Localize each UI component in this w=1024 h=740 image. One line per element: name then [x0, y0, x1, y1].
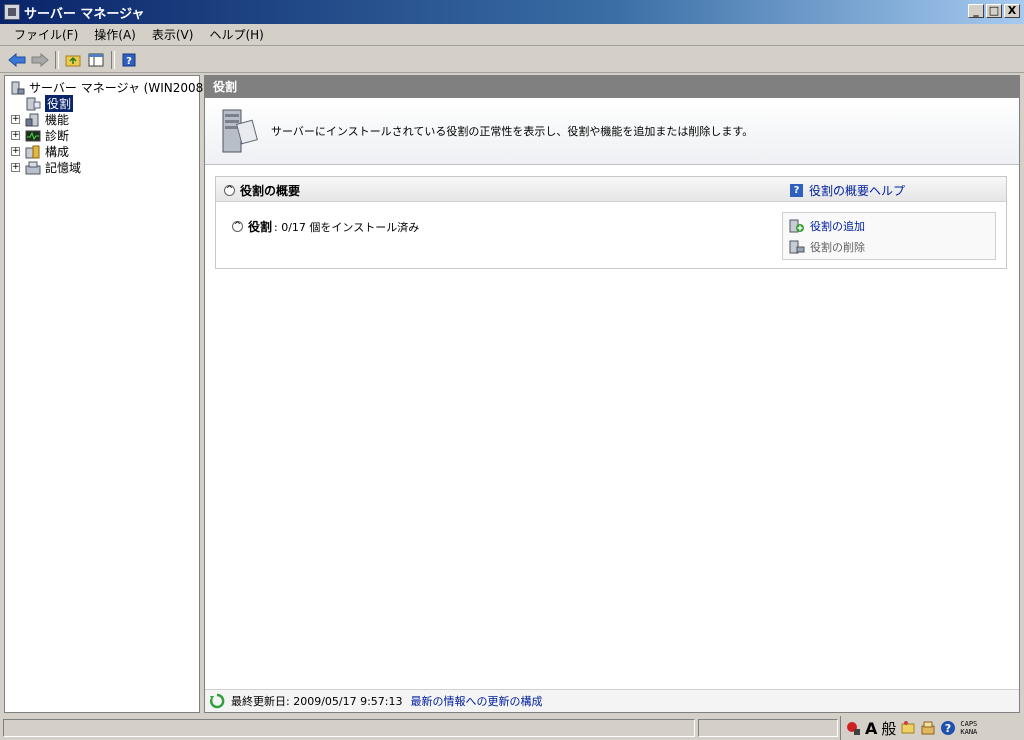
actions-box: 役割の追加 役割の削除 [782, 212, 996, 260]
tree-item-label: 機能 [45, 113, 70, 127]
roles-label: 役割 [248, 220, 273, 234]
window-title: サーバー マネージャ [24, 6, 145, 22]
svg-text:?: ? [945, 722, 951, 735]
remove-roles-link[interactable]: 役割の削除 [789, 239, 865, 255]
storage-icon [25, 161, 41, 174]
tree-item-label: 構成 [45, 145, 70, 159]
help-book-icon: ? [122, 53, 136, 67]
roles-installed-count: : 0/17 個をインストール済み [274, 220, 420, 234]
tree-item-storage[interactable]: + 記憶域 [11, 159, 81, 176]
help-button[interactable]: ? [118, 49, 140, 71]
pane-title: 役割 [205, 76, 1019, 98]
expand-toggle-icon[interactable]: + [11, 115, 20, 124]
configuration-icon [25, 145, 40, 158]
configure-refresh-link[interactable]: 最新の情報への更新の構成 [411, 693, 543, 709]
diagnostics-icon [25, 130, 41, 141]
toolbar-separator [111, 50, 115, 69]
tree-item-configuration[interactable]: + 構成 [11, 143, 69, 160]
svg-text:?: ? [126, 56, 132, 67]
section-title-row[interactable]: ^ 役割の概要 [224, 182, 300, 199]
menu-help[interactable]: ヘルプ(H) [201, 25, 271, 45]
close-button[interactable]: X [1004, 4, 1020, 18]
help-icon: ? [790, 184, 803, 197]
roles-status-row: ^ 役割 : 0/17 個をインストール済み [232, 218, 419, 235]
add-role-icon [789, 219, 804, 233]
server-roles-icon [222, 109, 258, 153]
up-level-button[interactable] [62, 49, 84, 71]
server-manager-icon [11, 81, 25, 94]
console-tree: サーバー マネージャ (WIN2008) 役割 + 機能 + 診断 + 構成 +… [4, 75, 208, 713]
window-controls: _ □ X [968, 4, 1020, 18]
title-bar[interactable]: サーバー マネージャ _ □ X [0, 0, 1024, 24]
ime-pad-icon[interactable] [900, 718, 916, 738]
tree-item-label: 役割 [45, 95, 74, 112]
back-arrow-icon [8, 52, 26, 67]
forward-button[interactable] [29, 49, 51, 71]
ime-input-mode[interactable]: A [865, 718, 877, 738]
expand-toggle-icon[interactable]: + [11, 131, 20, 140]
minimize-button[interactable]: _ [968, 4, 984, 18]
kana-label: KANA [960, 728, 978, 736]
menu-bar: ファイル(F) 操作(A) 表示(V) ヘルプ(H) [0, 24, 1024, 46]
back-button[interactable] [6, 49, 28, 71]
caps-label: CAPS [960, 720, 978, 728]
tree-root-label: サーバー マネージャ (WIN2008) [29, 81, 208, 95]
show-hide-console-tree-button[interactable] [85, 49, 107, 71]
caps-kana-indicator: CAPS KANA [960, 718, 977, 738]
ime-help-icon[interactable]: ? [940, 718, 956, 738]
tree-root-server-manager[interactable]: サーバー マネージャ (WIN2008) [9, 79, 208, 96]
forward-arrow-icon [31, 52, 49, 67]
maximize-button[interactable]: □ [986, 4, 1002, 18]
pane-description: サーバーにインストールされている役割の正常性を表示し、役割や機能を追加または削除… [271, 125, 754, 138]
ime-toolbar: A 般 ? CAPS KANA [840, 716, 1024, 740]
collapse-chevron-icon[interactable]: ^ [232, 221, 243, 232]
ime-indicator-icon[interactable] [845, 718, 861, 738]
details-pane: 役割 サーバーにインストールされている役割の正常性を表示し、役割や機能を追加また… [204, 75, 1020, 713]
status-panel-main [3, 719, 695, 737]
collapse-chevron-icon[interactable]: ^ [224, 185, 235, 196]
tree-item-diagnostics[interactable]: + 診断 [11, 127, 69, 144]
toolbar: ? [0, 47, 1024, 73]
expand-toggle-icon[interactable]: + [11, 147, 20, 156]
ime-tools-icon[interactable] [920, 718, 936, 738]
menu-action[interactable]: 操作(A) [86, 25, 144, 45]
ime-conversion-mode[interactable]: 般 [881, 718, 896, 738]
tree-item-label: 診断 [45, 129, 70, 143]
section-header: ^ 役割の概要 ? 役割の概要ヘルプ [216, 177, 1006, 202]
menu-file[interactable]: ファイル(F) [6, 25, 86, 45]
description-banner: サーバーにインストールされている役割の正常性を表示し、役割や機能を追加または削除… [205, 98, 1019, 165]
refresh-icon[interactable] [209, 693, 225, 709]
features-icon [25, 113, 39, 126]
help-link-label: 役割の概要ヘルプ [809, 184, 906, 198]
tree-item-roles[interactable]: 役割 [25, 95, 74, 112]
tree-item-features[interactable]: + 機能 [11, 111, 69, 128]
tree-item-label: 記憶域 [45, 161, 82, 175]
toolbar-separator [55, 50, 59, 69]
remove-roles-label: 役割の削除 [810, 241, 865, 254]
add-roles-link[interactable]: 役割の追加 [789, 218, 865, 234]
last-updated-text: 最終更新日: 2009/05/17 9:57:13 [231, 695, 403, 708]
folder-up-icon [65, 55, 81, 66]
expand-toggle-icon[interactable]: + [11, 163, 20, 172]
roles-summary-help-link[interactable]: ? 役割の概要ヘルプ [790, 182, 905, 199]
roles-icon [26, 97, 41, 110]
console-tree-icon [88, 53, 104, 66]
refresh-footer: 最終更新日: 2009/05/17 9:57:13 最新の情報への更新の構成 [205, 689, 1019, 712]
remove-role-icon [789, 240, 805, 254]
menu-view[interactable]: 表示(V) [144, 25, 202, 45]
status-panel-secondary [698, 719, 838, 737]
section-title: 役割の概要 [240, 184, 301, 198]
server-manager-app-icon[interactable] [4, 4, 20, 20]
add-roles-label: 役割の追加 [810, 220, 865, 233]
roles-summary-section: ^ 役割の概要 ? 役割の概要ヘルプ ^ 役割 : 0/17 個をインストール済… [215, 176, 1007, 269]
